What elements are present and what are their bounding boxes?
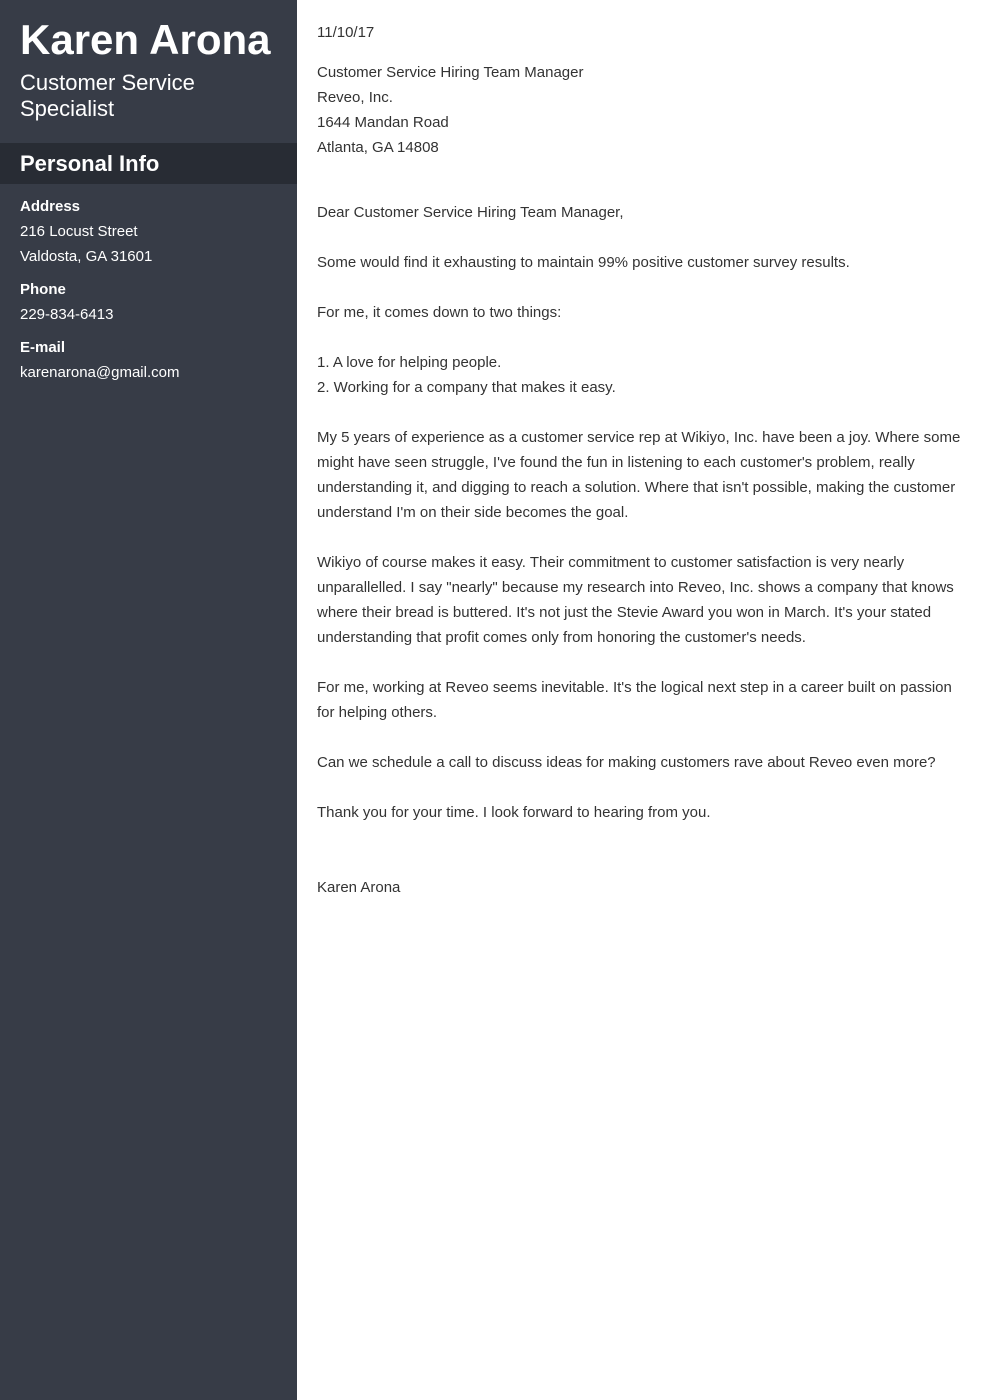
phone-block: Phone 229-834-6413	[20, 277, 113, 327]
paragraph: For me, working at Reveo seems inevitabl…	[317, 679, 952, 721]
list-item: 1. A love for helping people.	[317, 354, 502, 371]
address-line1: 216 Locust Street	[20, 223, 138, 240]
email-block: E-mail karenarona@gmail.com	[20, 335, 179, 385]
letter-body: 11/10/17 Customer Service Hiring Team Ma…	[317, 20, 967, 900]
paragraph: Some would find it exhausting to maintai…	[317, 254, 850, 271]
applicant-title: Customer Service Specialist	[20, 70, 195, 121]
address-block: Address 216 Locust Street Valdosta, GA 3…	[20, 194, 152, 269]
signature: Karen Arona	[317, 879, 401, 896]
personal-info-header: Personal Info	[0, 143, 297, 184]
recipient-name: Customer Service Hiring Team Manager	[317, 64, 584, 81]
address-label: Address	[20, 198, 81, 215]
list-item: 2. Working for a company that makes it e…	[317, 379, 616, 396]
sidebar: Karen Arona Customer Service Specialist …	[0, 0, 297, 1400]
letter-date: 11/10/17	[317, 24, 375, 41]
paragraph: Can we schedule a call to discuss ideas …	[317, 754, 936, 771]
salutation: Dear Customer Service Hiring Team Manage…	[317, 204, 624, 221]
paragraph: For me, it comes down to two things:	[317, 304, 562, 321]
recipient-company: Reveo, Inc.	[317, 89, 393, 106]
phone-label: Phone	[20, 281, 66, 298]
paragraph: My 5 years of experience as a customer s…	[317, 429, 961, 521]
section-title: Personal Info	[20, 151, 160, 176]
email-label: E-mail	[20, 339, 66, 356]
phone-value: 229-834-6413	[20, 306, 114, 323]
recipient-block: Customer Service Hiring Team Manager Rev…	[317, 60, 967, 160]
recipient-street: 1644 Mandan Road	[317, 114, 449, 131]
paragraph: Wikiyo of course makes it easy. Their co…	[317, 554, 954, 646]
email-value: karenarona@gmail.com	[20, 364, 180, 381]
applicant-name: Karen Arona	[20, 16, 271, 63]
reasons-list: 1. A love for helping people. 2. Working…	[317, 350, 967, 400]
recipient-city: Atlanta, GA 14808	[317, 139, 439, 156]
address-line2: Valdosta, GA 31601	[20, 248, 153, 265]
closing: Thank you for your time. I look forward …	[317, 804, 711, 821]
